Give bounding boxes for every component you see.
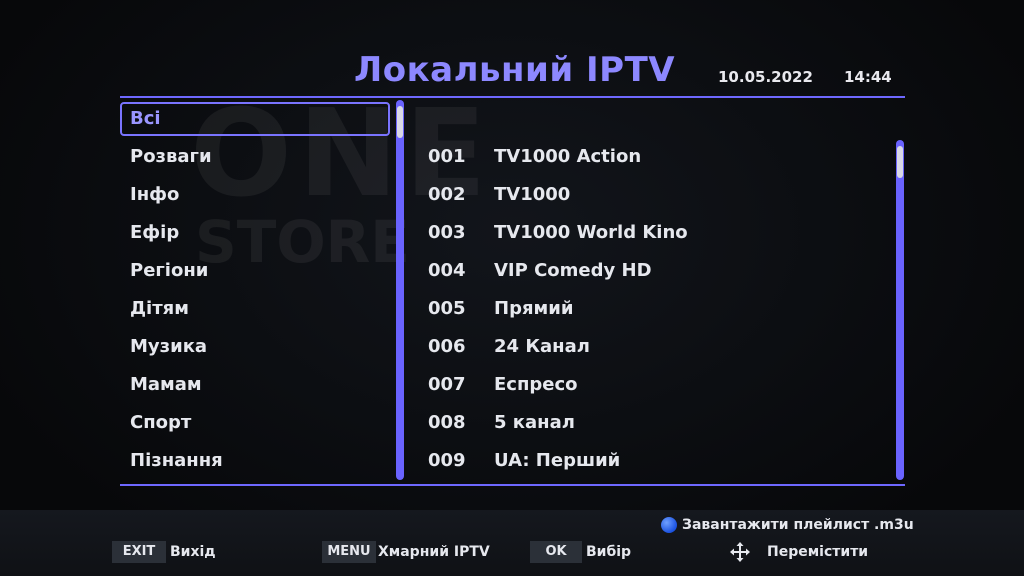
channel-scroll-thumb[interactable]	[897, 146, 903, 178]
channel-row[interactable]: 003 TV1000 World Kino	[410, 214, 890, 252]
exit-key[interactable]: EXIT	[112, 541, 166, 563]
channel-scrollbar[interactable]	[896, 140, 904, 480]
channel-number: 002	[428, 184, 466, 205]
category-item[interactable]: Мамам	[120, 368, 390, 402]
date-display: 10.05.2022	[718, 68, 813, 86]
ok-label: Вибір	[586, 544, 632, 560]
move-arrows-icon	[730, 542, 750, 562]
blue-action-label[interactable]: Завантажити плейлист .m3u	[682, 514, 914, 536]
channel-number: 005	[428, 298, 466, 319]
category-item[interactable]: Ефір	[120, 216, 390, 250]
channel-number: 001	[428, 146, 466, 167]
category-item[interactable]: Інфо	[120, 178, 390, 212]
category-item[interactable]: Розваги	[120, 140, 390, 174]
tv-screen: ONE STORE Локальний IPTV 10.05.2022 14:4…	[0, 0, 1024, 576]
blue-button-icon[interactable]	[661, 517, 677, 533]
bottom-divider	[120, 484, 905, 486]
menu-key[interactable]: MENU	[322, 541, 376, 563]
channel-name: Прямий	[494, 298, 574, 319]
channel-row[interactable]: 007 Еспресо	[410, 366, 890, 404]
channel-name: Еспресо	[494, 374, 578, 395]
channel-number: 006	[428, 336, 466, 357]
category-item[interactable]: Спорт	[120, 406, 390, 440]
exit-label: Вихід	[170, 544, 216, 560]
channel-name: 24 Канал	[494, 336, 590, 357]
category-scrollbar[interactable]	[396, 100, 404, 480]
channel-name: TV1000	[494, 184, 571, 205]
channel-row[interactable]: 009 UA: Перший	[410, 442, 890, 480]
category-item-all[interactable]: Всі	[120, 102, 390, 136]
channel-number: 008	[428, 412, 466, 433]
channel-number: 009	[428, 450, 466, 471]
channel-number: 004	[428, 260, 466, 281]
channel-number: 007	[428, 374, 466, 395]
channel-row[interactable]: 008 5 канал	[410, 404, 890, 442]
channel-name: VIP Comedy HD	[494, 260, 652, 281]
category-item[interactable]: Дітям	[120, 292, 390, 326]
category-item[interactable]: Пізнання	[120, 444, 390, 478]
channel-row[interactable]: 006 24 Канал	[410, 328, 890, 366]
category-scroll-thumb[interactable]	[397, 106, 403, 138]
top-divider	[120, 96, 905, 98]
category-item[interactable]: Регіони	[120, 254, 390, 288]
page-title: Локальний IPTV	[354, 50, 676, 90]
channel-row[interactable]: 001 TV1000 Action	[410, 138, 890, 176]
channel-name: TV1000 Action	[494, 146, 642, 167]
channel-name: TV1000 World Kino	[494, 222, 688, 243]
channel-name: UA: Перший	[494, 450, 621, 471]
ok-key[interactable]: OK	[530, 541, 582, 563]
channel-number: 003	[428, 222, 466, 243]
channel-row[interactable]: 002 TV1000	[410, 176, 890, 214]
menu-label: Хмарний IPTV	[378, 544, 490, 560]
channel-row[interactable]: 005 Прямий	[410, 290, 890, 328]
channel-row[interactable]: 004 VIP Comedy HD	[410, 252, 890, 290]
time-display: 14:44	[844, 68, 892, 86]
channel-name: 5 канал	[494, 412, 575, 433]
move-label: Перемістити	[767, 544, 869, 560]
category-item[interactable]: Музика	[120, 330, 390, 364]
